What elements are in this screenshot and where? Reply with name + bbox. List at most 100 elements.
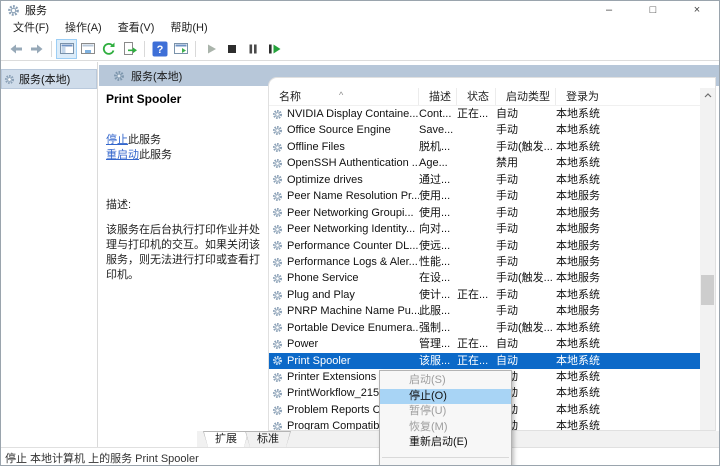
tab-standard[interactable]: 标准 [245, 431, 291, 447]
service-gear-icon [272, 339, 283, 349]
service-desc-cell: 通过... [419, 173, 451, 186]
service-logon-cell: 本地系统 [556, 403, 600, 416]
service-row[interactable]: OpenSSH Authentication ... Age... 禁用 本地系统 [269, 155, 700, 171]
refresh-icon[interactable] [98, 39, 119, 59]
service-row[interactable]: Plug and Play 使计... 正在... 手动 本地系统 [269, 287, 700, 303]
menu-help[interactable]: 帮助(H) [162, 19, 215, 37]
properties-icon[interactable] [77, 39, 98, 59]
service-row[interactable]: PNRP Machine Name Pu... 此服... 手动 本地服务 [269, 303, 700, 319]
toolbar-separator [51, 40, 52, 57]
stop-service-link[interactable]: 停止 [106, 134, 128, 146]
close-button[interactable]: × [675, 1, 719, 19]
service-name-cell: Power [269, 336, 419, 352]
service-row[interactable]: Performance Counter DL... 使远... 手动 本地服务 [269, 238, 700, 254]
service-desc-cell: 向对... [419, 223, 451, 236]
service-desc-cell: 此服... [419, 305, 451, 318]
service-row[interactable]: Peer Networking Identity... 向对... 手动 本地服务 [269, 221, 700, 237]
restart-service-link[interactable]: 重启动 [106, 149, 139, 161]
service-gear-icon [272, 389, 283, 399]
service-status-cell: 正在... [457, 354, 489, 367]
service-status-cell: 正在... [457, 338, 489, 351]
service-desc-cell: 管理... [419, 338, 451, 351]
service-status-cell: 正在... [457, 288, 489, 301]
service-desc-cell: 使用... [419, 190, 451, 203]
service-logon-cell: 本地系统 [556, 108, 600, 120]
tab-label: 标准 [246, 432, 290, 447]
service-logon-cell: 本地系统 [556, 338, 600, 351]
tab-extended[interactable]: 扩展 [203, 431, 249, 447]
service-row[interactable]: Peer Networking Groupi... 使用... 手动 本地服务 [269, 205, 700, 221]
service-name: Office Source Engine [287, 124, 391, 137]
context-menu-item[interactable]: 重新启动(E) [380, 435, 511, 451]
menu-separator [382, 456, 509, 458]
service-name-cell: Peer Networking Groupi... [269, 205, 419, 221]
restart-service-line: 重启动此服务 [106, 148, 268, 163]
column-header-3[interactable]: 启动类型 [496, 88, 556, 105]
tree-item-label: 服务(本地) [19, 74, 71, 86]
service-row[interactable]: Portable Device Enumera... 强制... 手动(触发... 本… [269, 320, 700, 336]
service-logon-cell: 本地服务 [556, 305, 600, 318]
show-console-tree-icon[interactable] [56, 38, 77, 59]
column-header-1[interactable]: 描述 [419, 88, 457, 105]
service-startup-cell: 自动 [496, 108, 518, 120]
service-row[interactable]: Peer Name Resolution Pr... 使用... 手动 本地服务 [269, 188, 700, 204]
scroll-up-icon[interactable] [700, 88, 715, 103]
service-row[interactable]: NVIDIA Display Containe... Cont... 正在... 自动… [269, 106, 700, 122]
back-icon[interactable] [5, 39, 26, 59]
maximize-button[interactable]: □ [631, 1, 675, 19]
service-name-cell: Office Source Engine [269, 122, 419, 138]
service-name-cell: Phone Service [269, 270, 419, 286]
help-icon[interactable]: ? [149, 39, 170, 59]
service-row[interactable]: Phone Service 在设... 手动(触发... 本地服务 [269, 270, 700, 286]
service-desc-cell: 使远... [419, 239, 451, 252]
service-row[interactable]: Power 管理... 正在... 自动 本地系统 [269, 336, 700, 352]
service-startup-cell: 自动 [496, 338, 518, 351]
start-service-icon[interactable] [200, 39, 221, 59]
service-status-cell [457, 122, 496, 138]
column-header-4[interactable]: 登录为 [556, 88, 700, 105]
menu-view[interactable]: 查看(V) [110, 19, 163, 37]
scrollbar-thumb[interactable] [701, 275, 714, 305]
vertical-scrollbar[interactable] [700, 88, 715, 430]
service-row[interactable]: Offline Files 脱机... 手动(触发... 本地系统 [269, 139, 700, 155]
restart-service-icon[interactable] [263, 39, 284, 59]
menu-file[interactable]: 文件(F) [5, 19, 57, 37]
service-name: OpenSSH Authentication ... [287, 157, 419, 170]
service-desc-cell: 该服... [419, 354, 451, 367]
column-header-0[interactable]: 名称 ^ [269, 88, 419, 105]
minimize-button[interactable]: – [587, 1, 631, 19]
forward-icon[interactable] [26, 39, 47, 59]
service-gear-icon [272, 323, 283, 333]
show-action-pane-icon[interactable] [170, 39, 191, 59]
service-status-cell [457, 270, 496, 286]
column-header-2[interactable]: 状态 [457, 88, 496, 105]
menu-action[interactable]: 操作(A) [57, 19, 110, 37]
service-gear-icon [114, 70, 124, 81]
service-desc-cell: 强制... [419, 321, 451, 334]
service-gear-icon [272, 274, 283, 284]
service-logon-cell: 本地系统 [556, 173, 600, 186]
service-row[interactable]: Print Spooler 该服... 正在... 自动 本地系统 [269, 352, 700, 369]
service-gear-icon [272, 142, 283, 152]
export-list-icon[interactable] [119, 39, 140, 59]
service-name-cell: Optimize drives [269, 172, 419, 188]
service-gear-icon [272, 356, 283, 366]
tree-item-services-local[interactable]: 服务(本地) [1, 69, 97, 89]
service-row[interactable]: Performance Logs & Aler... 性能... 手动 本地服务 [269, 254, 700, 270]
service-startup-cell: 手动 [496, 255, 518, 268]
stop-service-line: 停止此服务 [106, 133, 268, 148]
service-startup-cell: 手动(触发... [496, 321, 553, 334]
service-desc-cell: Cont... [419, 108, 452, 120]
service-desc-cell: 使计... [419, 288, 451, 301]
service-name: Power [287, 338, 319, 351]
service-status-cell [457, 188, 496, 204]
service-desc-cell: 脱机... [419, 140, 451, 153]
service-gear-icon [272, 290, 283, 300]
services-window: 服务 – □ × 文件(F) 操作(A) 查看(V) 帮助(H) ? 服务(本地) 服… [0, 0, 720, 466]
service-startup-cell: 手动(触发... [496, 140, 553, 153]
pause-service-icon[interactable] [242, 39, 263, 59]
stop-service-icon[interactable] [221, 39, 242, 59]
service-row[interactable]: Optimize drives 通过... 手动 本地系统 [269, 172, 700, 188]
service-row[interactable]: Office Source Engine Save... 手动 本地系统 [269, 122, 700, 138]
context-menu-item[interactable]: 停止(O) [380, 388, 511, 404]
